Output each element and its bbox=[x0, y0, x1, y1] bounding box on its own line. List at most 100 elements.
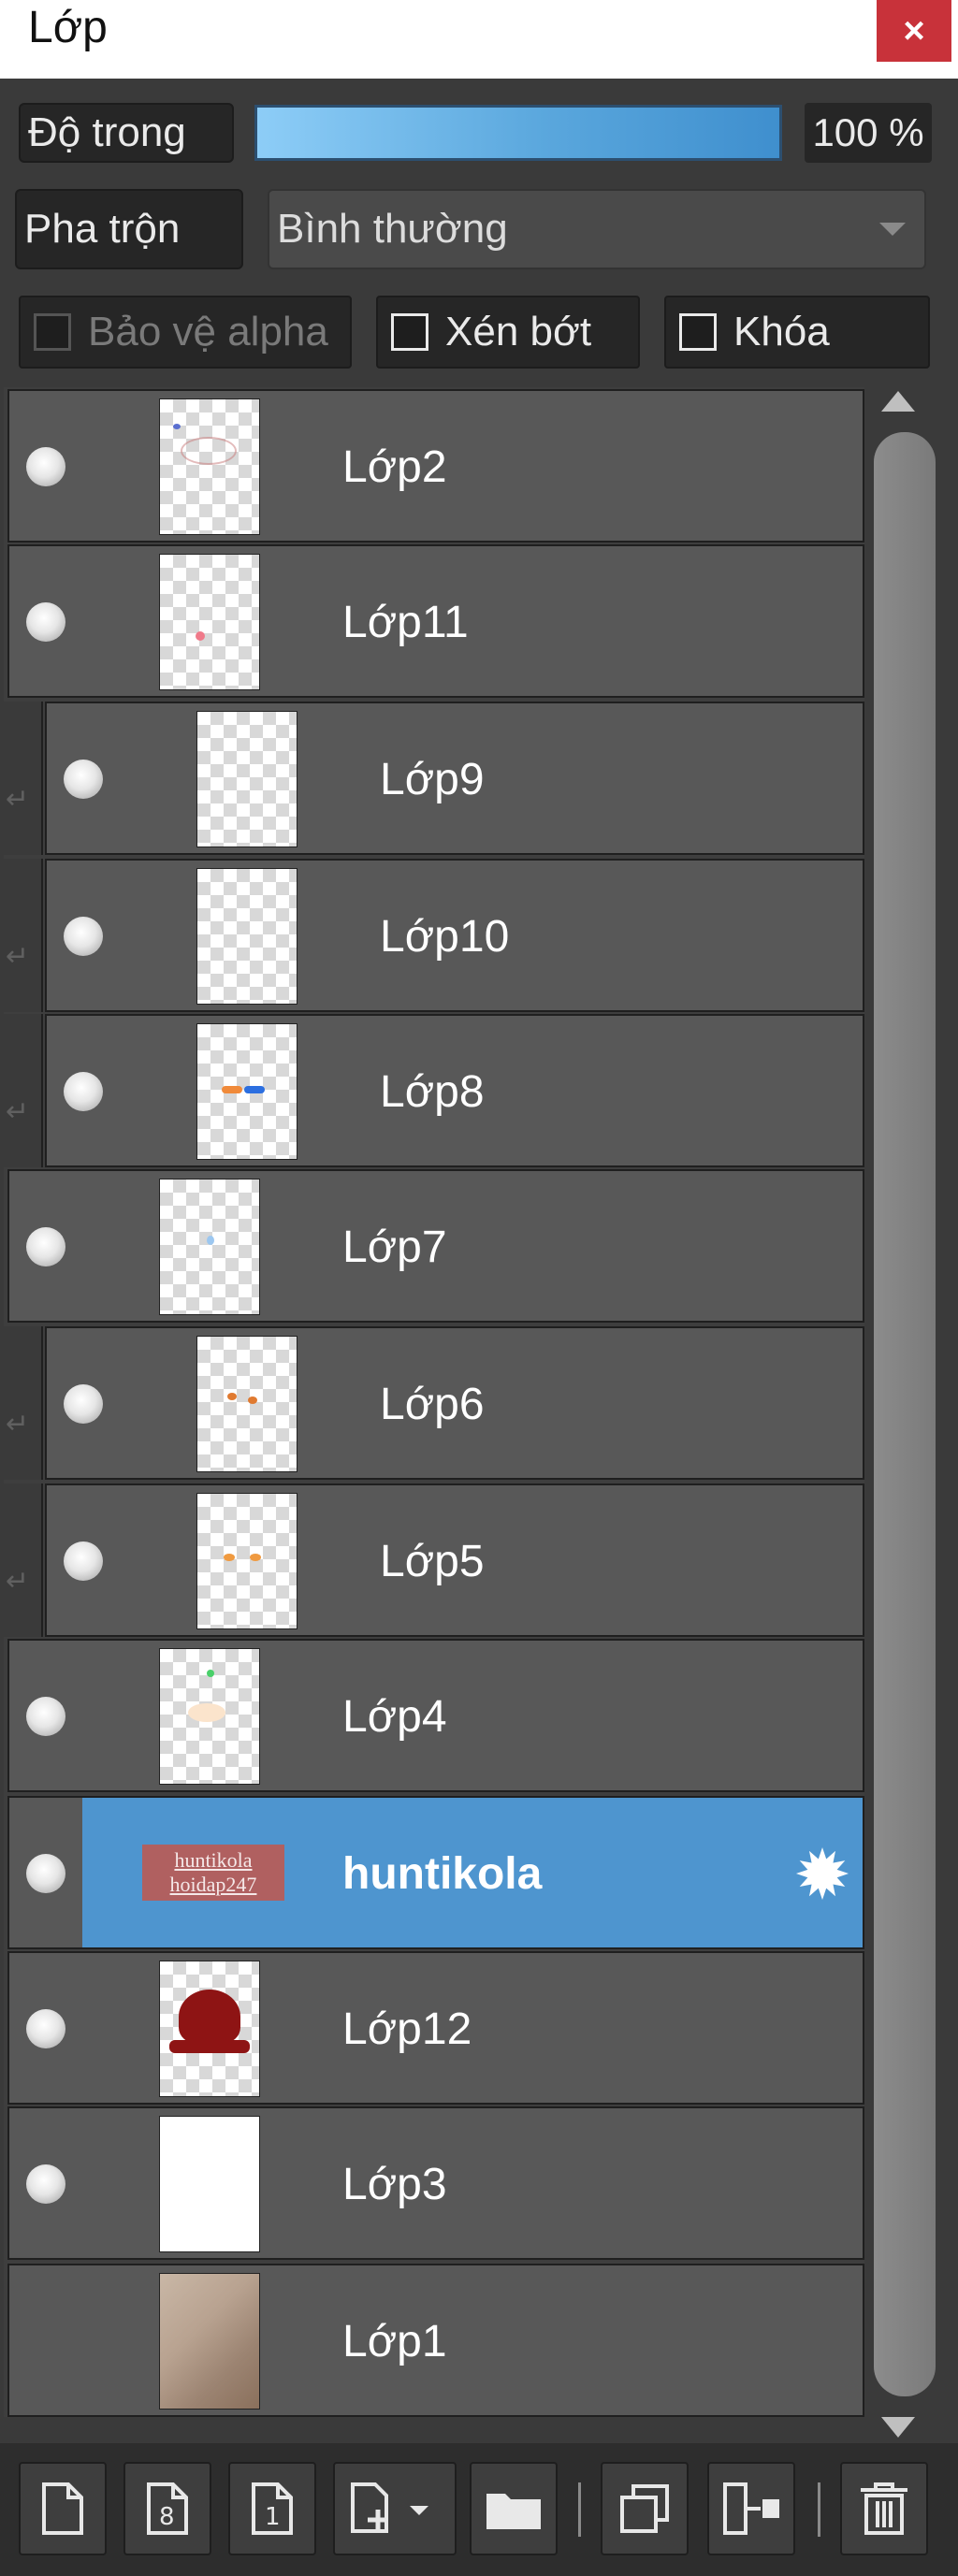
duplicate-layer-icon bbox=[620, 2484, 669, 2533]
layer-row[interactable]: Lớp6 bbox=[45, 1326, 864, 1480]
layer-row[interactable]: Lớp10 bbox=[45, 859, 864, 1012]
layer-thumbnail: huntikola hoidap247 bbox=[142, 1845, 284, 1901]
svg-text:8: 8 bbox=[159, 2503, 175, 2531]
lock-checkbox[interactable]: Khóa bbox=[664, 296, 930, 369]
layer-name: Lớp9 bbox=[380, 755, 485, 804]
folder-icon bbox=[486, 2494, 541, 2529]
layer-thumbnail bbox=[159, 1961, 260, 2097]
visibility-eye-icon[interactable] bbox=[26, 1227, 65, 1266]
add-layer-menu-icon bbox=[351, 2482, 428, 2533]
visibility-eye-icon[interactable] bbox=[26, 1697, 65, 1736]
layer-thumbnail bbox=[196, 1336, 298, 1472]
clip-arrow-icon: ↵ bbox=[6, 1409, 30, 1440]
toolbar-separator bbox=[818, 2482, 820, 2537]
checkbox-square bbox=[679, 313, 717, 351]
svg-text:1: 1 bbox=[265, 2503, 281, 2531]
clipping-indicator: ↵ bbox=[0, 1014, 43, 1167]
layer-row[interactable]: Lớp11 bbox=[7, 544, 864, 698]
new-1bit-layer-icon: 1 bbox=[252, 2482, 293, 2535]
delete-layer-button[interactable] bbox=[840, 2462, 928, 2555]
protect-alpha-label: Bảo vệ alpha bbox=[88, 309, 328, 355]
duplicate-layer-button[interactable] bbox=[601, 2462, 689, 2555]
layer-name: Lớp6 bbox=[380, 1380, 485, 1429]
layer-row[interactable]: Lớp7 bbox=[7, 1169, 864, 1323]
layer-thumbnail bbox=[196, 711, 298, 847]
clipping-indicator: ↵ bbox=[0, 702, 43, 855]
scroll-up-icon[interactable] bbox=[881, 391, 915, 412]
scroll-down-icon[interactable] bbox=[881, 2417, 915, 2438]
clipping-indicator: ↵ bbox=[0, 1326, 43, 1480]
layer-name: Lớp3 bbox=[342, 2160, 447, 2209]
close-icon: × bbox=[903, 9, 925, 51]
layer-name: Lớp12 bbox=[342, 2004, 472, 2054]
title-bar: Lớp × bbox=[0, 0, 958, 79]
scrollbar-thumb[interactable] bbox=[874, 432, 936, 2396]
new-folder-button[interactable] bbox=[470, 2462, 558, 2555]
blend-label: Pha trộn bbox=[15, 189, 243, 269]
layer-name: Lớp7 bbox=[342, 1223, 447, 1272]
new-1bit-layer-button[interactable]: 1 bbox=[228, 2462, 316, 2555]
visibility-eye-icon[interactable] bbox=[64, 1384, 103, 1424]
thumb-text-line: hoidap247 bbox=[169, 1873, 257, 1896]
chevron-down-icon bbox=[879, 223, 906, 236]
clipping-indicator: ↵ bbox=[0, 859, 43, 1012]
layer-name: Lớp4 bbox=[342, 1692, 447, 1742]
blend-mode-select[interactable]: Bình thường bbox=[268, 189, 926, 269]
layer-name: Lớp8 bbox=[380, 1067, 485, 1117]
delete-layer-icon bbox=[861, 2482, 907, 2535]
opacity-label: Độ trong bbox=[19, 103, 234, 163]
layer-thumbnail bbox=[159, 2273, 260, 2410]
checkbox-square bbox=[34, 313, 71, 351]
layer-name: huntikola bbox=[342, 1849, 543, 1899]
layer-row[interactable]: Lớp1 bbox=[7, 2264, 864, 2417]
visibility-eye-icon[interactable] bbox=[26, 2164, 65, 2204]
visibility-eye-icon[interactable] bbox=[26, 2009, 65, 2048]
layer-thumbnail bbox=[159, 1179, 260, 1315]
layer-row[interactable]: Lớp2 bbox=[7, 389, 864, 543]
visibility-eye-icon[interactable] bbox=[64, 760, 103, 799]
clip-arrow-icon: ↵ bbox=[6, 1096, 30, 1127]
visibility-eye-icon[interactable] bbox=[26, 1854, 65, 1893]
selected-layer-highlight: huntikola hoidap247 huntikola ✹ bbox=[82, 1798, 863, 1947]
layer-row[interactable]: Lớp12 bbox=[7, 1951, 864, 2105]
new-8bit-layer-icon: 8 bbox=[147, 2482, 188, 2535]
clipping-label: Xén bớt bbox=[445, 309, 592, 355]
gear-icon[interactable]: ✹ bbox=[793, 1841, 851, 1910]
layer-name: Lớp11 bbox=[342, 598, 469, 647]
opacity-value[interactable]: 100 % bbox=[805, 103, 932, 163]
layer-row[interactable]: Lớp8 bbox=[45, 1014, 864, 1167]
new-layer-icon bbox=[42, 2482, 83, 2535]
clipping-checkbox[interactable]: Xén bớt bbox=[376, 296, 640, 369]
clip-arrow-icon: ↵ bbox=[6, 941, 30, 972]
visibility-eye-icon[interactable] bbox=[64, 917, 103, 956]
layer-name: Lớp10 bbox=[380, 912, 510, 962]
new-layer-button[interactable] bbox=[19, 2462, 107, 2555]
new-8bit-layer-button[interactable]: 8 bbox=[123, 2462, 211, 2555]
layer-thumbnail bbox=[159, 2116, 260, 2252]
blend-mode-value: Bình thường bbox=[277, 206, 508, 252]
layer-thumbnail bbox=[159, 398, 260, 535]
checkbox-square bbox=[391, 313, 428, 351]
layer-thumbnail bbox=[196, 1493, 298, 1629]
clip-arrow-icon: ↵ bbox=[6, 784, 30, 815]
visibility-eye-icon[interactable] bbox=[26, 447, 65, 486]
merge-down-button[interactable] bbox=[707, 2462, 795, 2555]
layer-thumbnail bbox=[196, 868, 298, 1005]
layer-row[interactable]: Lớp9 bbox=[45, 702, 864, 855]
close-button[interactable]: × bbox=[877, 0, 951, 62]
add-layer-menu-button[interactable] bbox=[333, 2462, 457, 2555]
merge-down-icon bbox=[723, 2482, 779, 2535]
clipping-indicator: ↵ bbox=[0, 1483, 43, 1637]
visibility-eye-icon[interactable] bbox=[64, 1541, 103, 1581]
clip-arrow-icon: ↵ bbox=[6, 1566, 30, 1597]
layer-row[interactable]: Lớp4 bbox=[7, 1639, 864, 1792]
visibility-eye-icon[interactable] bbox=[64, 1072, 103, 1111]
protect-alpha-checkbox[interactable]: Bảo vệ alpha bbox=[19, 296, 352, 369]
layer-thumbnail bbox=[196, 1023, 298, 1160]
visibility-eye-icon[interactable] bbox=[26, 602, 65, 642]
layer-name: Lớp1 bbox=[342, 2317, 447, 2366]
opacity-slider[interactable] bbox=[254, 105, 782, 161]
layer-row[interactable]: Lớp5 bbox=[45, 1483, 864, 1637]
layer-row[interactable]: Lớp3 bbox=[7, 2106, 864, 2260]
layer-row[interactable]: huntikola hoidap247 huntikola ✹ bbox=[7, 1796, 864, 1949]
